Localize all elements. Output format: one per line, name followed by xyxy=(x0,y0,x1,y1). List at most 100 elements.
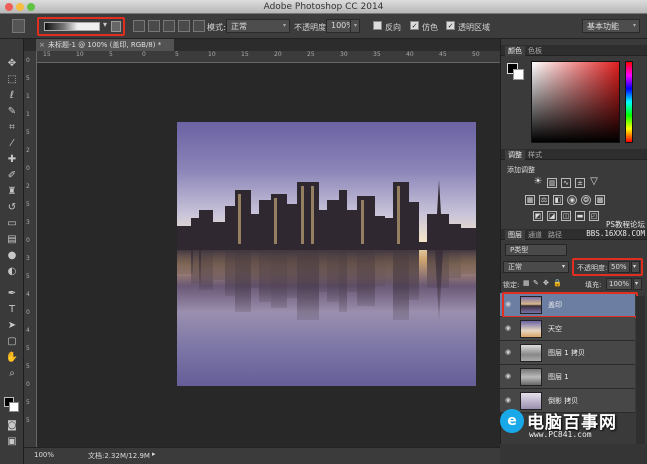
lock-transparent-icon[interactable]: ▦ xyxy=(523,279,530,287)
exposure-icon[interactable]: ± xyxy=(575,178,585,188)
color-field[interactable] xyxy=(531,61,620,143)
gradient-editor-icon[interactable] xyxy=(111,21,121,32)
tab-swatches[interactable]: 色板 xyxy=(525,46,545,56)
chevron-down-icon[interactable]: ▾ xyxy=(631,261,640,273)
black-white-icon[interactable]: ◧ xyxy=(553,195,563,205)
marquee-tool-icon[interactable]: ⬚ xyxy=(4,73,20,86)
quick-mask-icon[interactable]: ◙ xyxy=(4,419,20,432)
layer-row[interactable]: ◉ 天空 xyxy=(500,317,635,341)
layer-opacity-input[interactable]: 50% xyxy=(608,261,630,273)
screen-mode-icon[interactable]: ▣ xyxy=(4,435,20,448)
eye-icon[interactable]: ◉ xyxy=(505,372,511,380)
canvas-image[interactable] xyxy=(177,122,476,386)
eye-icon[interactable]: ◉ xyxy=(505,348,511,356)
tab-adjustments[interactable]: 调整 xyxy=(505,150,525,160)
eye-icon[interactable]: ◉ xyxy=(505,396,511,404)
lock-image-icon[interactable]: ✎ xyxy=(533,279,539,287)
tool-preset-picker[interactable] xyxy=(12,19,25,33)
layer-row[interactable]: ◉ 图层 1 拷贝 xyxy=(500,341,635,365)
channel-mixer-icon[interactable]: ❂ xyxy=(581,195,591,205)
lock-all-icon[interactable]: 🔒 xyxy=(553,279,562,287)
chevron-down-icon[interactable]: ▾ xyxy=(103,20,107,29)
gradient-tool-icon[interactable]: ▤ xyxy=(4,233,20,246)
angle-gradient-icon[interactable] xyxy=(163,20,175,32)
gradient-preview[interactable] xyxy=(44,22,100,31)
path-selection-tool-icon[interactable]: ➤ xyxy=(4,319,20,332)
levels-icon[interactable]: ▥ xyxy=(547,178,557,188)
blend-mode-select[interactable]: 正常 ▾ xyxy=(503,261,569,273)
eraser-tool-icon[interactable]: ▭ xyxy=(4,217,20,230)
healing-brush-tool-icon[interactable]: ✚ xyxy=(4,153,20,166)
opacity-highlight: 不透明度: 50% ▾ xyxy=(572,258,643,276)
color-panel-background[interactable] xyxy=(513,69,524,80)
shape-tool-icon[interactable]: ▢ xyxy=(4,335,20,348)
fill-input[interactable]: 100% xyxy=(606,278,632,290)
type-tool-icon[interactable]: T xyxy=(4,303,20,316)
layer-name[interactable]: 天空 xyxy=(548,324,562,334)
document-tab[interactable]: × 未标题-1 @ 100% (盖印, RGB/8) * xyxy=(36,39,174,51)
tab-layers[interactable]: 图层 xyxy=(505,230,525,240)
move-tool-icon[interactable]: ✥ xyxy=(4,57,20,70)
curves-icon[interactable]: ∿ xyxy=(561,178,571,188)
eye-icon[interactable]: ◉ xyxy=(505,324,511,332)
hue-slider[interactable] xyxy=(625,61,633,143)
zoom-level[interactable]: 100% xyxy=(34,451,54,459)
workspace-select[interactable]: 基本功能 ▾ xyxy=(582,19,640,33)
vertical-ruler[interactable]: 0 5 1 1 5 2 0 2 5 3 0 3 5 4 0 4 5 5 0 5 5 xyxy=(24,51,37,447)
photo-filter-icon[interactable]: ◉ xyxy=(567,195,577,205)
dither-checkbox[interactable]: ✓ xyxy=(410,21,419,30)
layer-name[interactable]: 倒影 拷贝 xyxy=(548,396,578,406)
lasso-tool-icon[interactable]: ℓ xyxy=(4,89,20,102)
background-color-swatch[interactable] xyxy=(9,402,19,412)
mode-select[interactable]: 正常 ▾ xyxy=(226,19,290,33)
posterize-icon[interactable]: ◪ xyxy=(547,211,557,221)
lock-position-icon[interactable]: ✥ xyxy=(543,279,549,287)
crop-tool-icon[interactable]: ⌗ xyxy=(4,121,20,134)
chevron-right-icon[interactable]: ▸ xyxy=(152,450,156,458)
layer-name[interactable]: 图层 1 拷贝 xyxy=(548,348,585,358)
ruler-tick-label: 1 xyxy=(26,93,30,100)
close-icon[interactable]: × xyxy=(39,39,45,51)
ruler-tick-label: 5 xyxy=(26,129,30,136)
tab-styles[interactable]: 样式 xyxy=(525,150,545,160)
forum-watermark: PS教程论坛 BBS.16XX8.COM xyxy=(575,220,645,238)
clone-stamp-tool-icon[interactable]: ♜ xyxy=(4,185,20,198)
tab-channels[interactable]: 通道 xyxy=(525,230,545,240)
pen-tool-icon[interactable]: ✒ xyxy=(4,287,20,300)
vibrance-icon[interactable]: ▽ xyxy=(589,177,599,188)
blur-tool-icon[interactable]: ● xyxy=(4,249,20,262)
layer-kind-filter[interactable]: P类型 xyxy=(505,244,567,256)
hand-tool-icon[interactable]: ✋ xyxy=(4,351,20,364)
document-size[interactable]: 文档:2.32M/12.9M xyxy=(88,451,150,461)
radial-gradient-icon[interactable] xyxy=(148,20,160,32)
invert-icon[interactable]: ◩ xyxy=(533,211,543,221)
color-lookup-icon[interactable]: ▩ xyxy=(595,195,605,205)
eyedropper-tool-icon[interactable]: ⁄ xyxy=(4,137,20,150)
threshold-icon[interactable]: ◫ xyxy=(561,211,571,221)
layer-name[interactable]: 图层 1 xyxy=(548,372,569,382)
reverse-checkbox[interactable] xyxy=(373,21,382,30)
hue-saturation-icon[interactable]: ▦ xyxy=(525,195,535,205)
history-brush-tool-icon[interactable]: ↺ xyxy=(4,201,20,214)
gradient-picker-highlight[interactable]: ▾ xyxy=(37,17,125,36)
brightness-icon[interactable]: ☀ xyxy=(533,177,543,188)
layer-row[interactable]: ◉ 图层 1 xyxy=(500,365,635,389)
chevron-down-icon: ▾ xyxy=(282,22,286,29)
opacity-dropdown[interactable]: ▾ xyxy=(350,19,360,33)
horizontal-ruler[interactable]: 15 10 5 0 5 10 15 20 25 30 35 40 45 50 xyxy=(37,51,500,63)
brush-tool-icon[interactable]: ✐ xyxy=(4,169,20,182)
quick-selection-tool-icon[interactable]: ✎ xyxy=(4,105,20,118)
dodge-tool-icon[interactable]: ◐ xyxy=(4,265,20,278)
tab-paths[interactable]: 路径 xyxy=(545,230,565,240)
ruler-tick-label: 0 xyxy=(26,237,30,244)
linear-gradient-icon[interactable] xyxy=(133,20,145,32)
canvas-area[interactable] xyxy=(37,63,500,447)
kind-filter-value: P类型 xyxy=(510,246,529,254)
chevron-down-icon[interactable]: ▾ xyxy=(633,278,642,290)
transparency-checkbox[interactable]: ✓ xyxy=(446,21,455,30)
reflected-gradient-icon[interactable] xyxy=(178,20,190,32)
tab-color[interactable]: 颜色 xyxy=(505,46,525,56)
diamond-gradient-icon[interactable] xyxy=(193,20,205,32)
color-balance-icon[interactable]: ⚖ xyxy=(539,195,549,205)
zoom-tool-icon[interactable]: ⌕ xyxy=(4,367,20,380)
